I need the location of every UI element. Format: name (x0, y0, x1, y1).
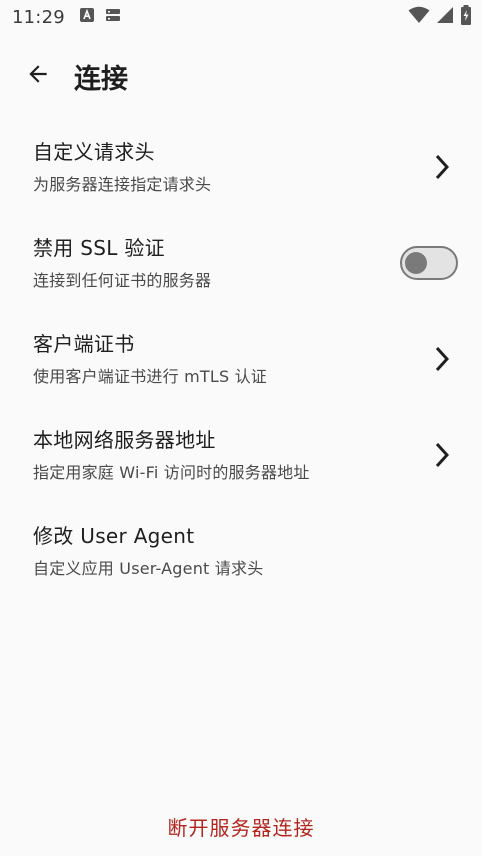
chevron-right-icon (430, 440, 454, 470)
setting-title: 本地网络服务器地址 (33, 427, 216, 452)
setting-subtitle: 指定用家庭 Wi-Fi 访问时的服务器地址 (33, 462, 310, 482)
arrow-back-icon (25, 61, 51, 91)
cellular-signal-icon (436, 6, 454, 28)
toggle-thumb (405, 252, 427, 274)
setting-user-agent[interactable]: 修改 User Agent 自定义应用 User-Agent 请求头 (0, 503, 482, 599)
setting-subtitle: 为服务器连接指定请求头 (33, 174, 212, 194)
battery-charging-icon (460, 5, 472, 29)
status-left-icons (79, 7, 121, 27)
settings-list: 自定义请求头 为服务器连接指定请求头 禁用 SSL 验证 连接到任何证书的服务器… (0, 119, 482, 599)
status-bar: 11:29 (0, 0, 482, 34)
a-box-icon (79, 7, 95, 27)
setting-subtitle: 连接到任何证书的服务器 (33, 270, 212, 290)
setting-subtitle: 自定义应用 User-Agent 请求头 (33, 558, 264, 578)
setting-title: 禁用 SSL 验证 (33, 235, 165, 260)
setting-local-server-address[interactable]: 本地网络服务器地址 指定用家庭 Wi-Fi 访问时的服务器地址 (0, 407, 482, 503)
page-title: 连接 (74, 63, 128, 95)
setting-custom-headers[interactable]: 自定义请求头 为服务器连接指定请求头 (0, 119, 482, 215)
chevron-right-icon (430, 152, 454, 182)
setting-title: 修改 User Agent (33, 523, 195, 548)
setting-disable-ssl[interactable]: 禁用 SSL 验证 连接到任何证书的服务器 (0, 215, 482, 311)
bottom-action-area: 断开服务器连接 (0, 802, 482, 850)
disconnect-server-button[interactable]: 断开服务器连接 (152, 804, 331, 849)
wifi-icon (408, 6, 430, 28)
back-button[interactable] (10, 48, 66, 104)
setting-client-certificate[interactable]: 客户端证书 使用客户端证书进行 mTLS 认证 (0, 311, 482, 407)
setting-title: 客户端证书 (33, 331, 135, 356)
ssl-toggle-switch[interactable] (400, 246, 458, 280)
status-right-icons (408, 5, 472, 29)
connection-settings-screen: 11:29 连接 自定义请求头 为服务器连接指定请求头 禁用 SSL 验证 连接… (0, 0, 482, 856)
setting-subtitle: 使用客户端证书进行 mTLS 认证 (33, 366, 268, 386)
storage-icon (105, 7, 121, 27)
top-app-bar: 连接 (0, 46, 482, 106)
status-time: 11:29 (12, 6, 65, 28)
setting-title: 自定义请求头 (33, 139, 155, 164)
chevron-right-icon (430, 344, 454, 374)
